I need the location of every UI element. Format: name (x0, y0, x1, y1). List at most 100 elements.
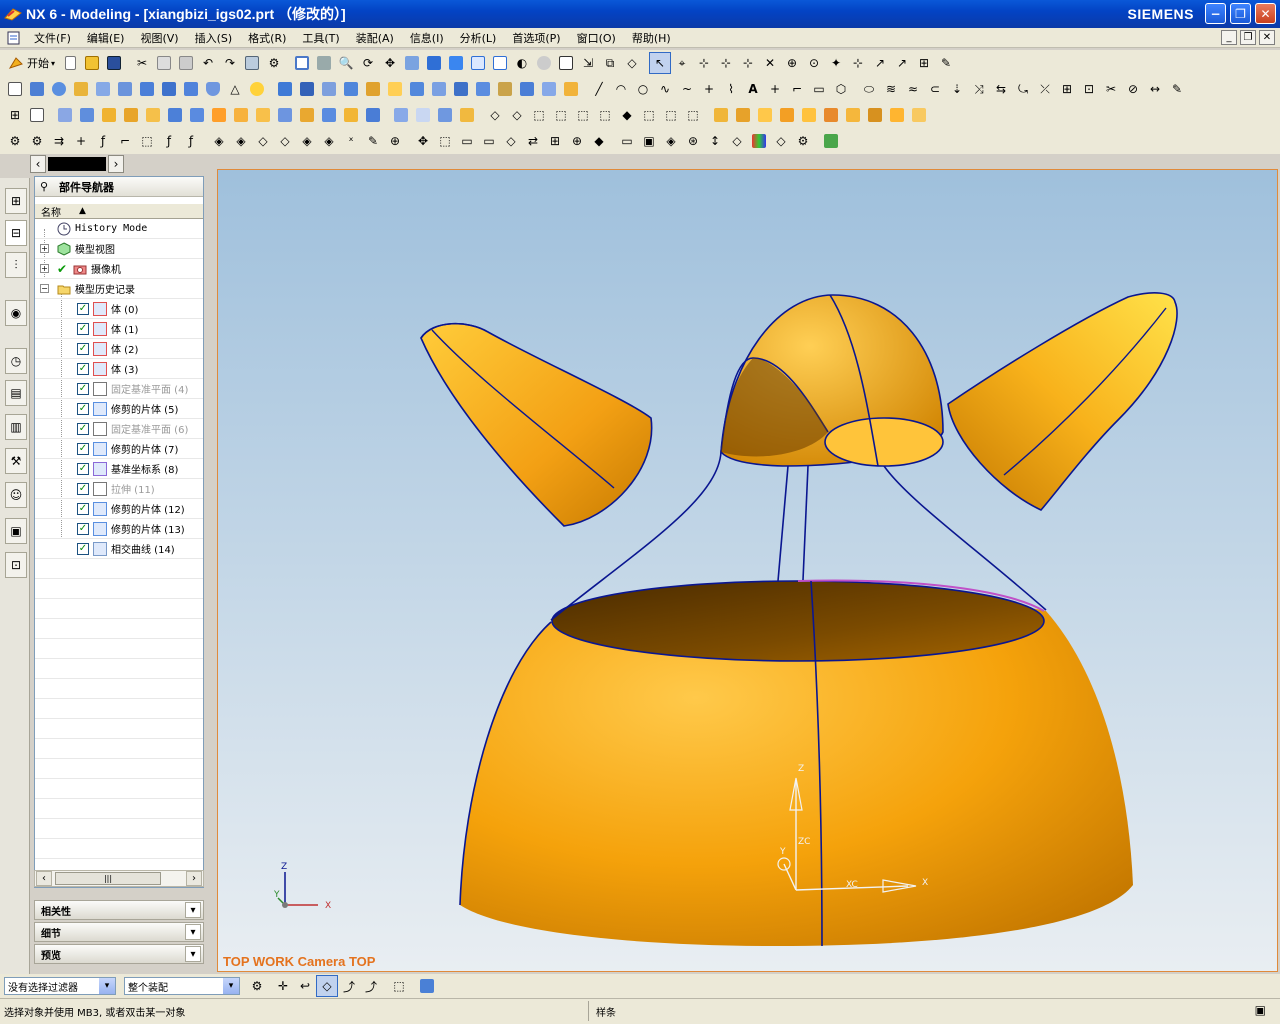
ruled-icon[interactable] (98, 104, 120, 126)
menu-view[interactable]: 视图(V) (132, 30, 186, 46)
snap-point-icon[interactable]: ⌖ (671, 52, 693, 74)
edit-curve-icon[interactable]: ✎ (1166, 78, 1188, 100)
bridge-curve-icon[interactable]: ≈ (902, 78, 924, 100)
feature-checkbox[interactable]: ✓ (77, 442, 89, 455)
pad-icon[interactable] (180, 78, 202, 100)
perspective-icon[interactable] (401, 52, 423, 74)
feature-checkbox[interactable]: ✓ (77, 502, 89, 515)
edge-blend-icon[interactable] (340, 78, 362, 100)
tube-icon[interactable] (92, 78, 114, 100)
zoom-window-icon[interactable] (313, 52, 335, 74)
feature-checkbox[interactable]: ✓ (77, 402, 89, 415)
snap-face-icon[interactable]: ↗ (891, 52, 913, 74)
section-view-icon[interactable]: ◈ (660, 130, 682, 152)
snap-tools-icon[interactable]: ⚙ (263, 52, 285, 74)
part-navigator-tab-icon[interactable]: ⊟ (5, 220, 27, 246)
constrain-face-icon[interactable] (842, 104, 864, 126)
open-folder-icon[interactable] (81, 52, 103, 74)
assembly-nav-icon[interactable]: ⊞ (544, 130, 566, 152)
reuse-icon[interactable] (864, 104, 886, 126)
through-curves-icon[interactable] (54, 104, 76, 126)
boss-icon[interactable] (136, 78, 158, 100)
trimmed-sheet-icon[interactable] (296, 104, 318, 126)
linked-face-icon[interactable] (908, 104, 930, 126)
edit-surface-icon[interactable]: ⬚ (528, 104, 550, 126)
n-sided-icon[interactable] (186, 104, 208, 126)
sew-icon[interactable] (318, 104, 340, 126)
change-degree-icon[interactable]: ⬚ (550, 104, 572, 126)
cone-icon[interactable]: △ (224, 78, 246, 100)
rectangle-icon[interactable]: ▭ (808, 78, 830, 100)
layer-settings-icon[interactable]: ⚙ (792, 130, 814, 152)
law-extension-icon[interactable] (230, 104, 252, 126)
chevron-down-icon[interactable]: ▾ (99, 978, 115, 994)
draft-icon[interactable] (406, 78, 428, 100)
tree-row-model-views[interactable]: + 模型视图 (35, 239, 203, 259)
edit-positioning-icon[interactable]: ⇉ (48, 130, 70, 152)
matching-icon[interactable]: ⬚ (660, 104, 682, 126)
section-curve-icon[interactable]: ⊞ (1056, 78, 1078, 100)
delay-update-icon[interactable]: ◇ (274, 130, 296, 152)
point-icon[interactable]: + (698, 78, 720, 100)
menu-information[interactable]: 信息(I) (402, 30, 452, 46)
transform-icon[interactable]: ⬚ (434, 130, 456, 152)
navigator-horizontal-scrollbar[interactable]: ‹ ||| › (34, 870, 204, 887)
move-object-icon[interactable]: ✥ (412, 130, 434, 152)
save-icon[interactable] (103, 52, 125, 74)
tree-row-feature[interactable]: ✓ 体 (0) (35, 299, 203, 319)
offset-face-icon[interactable] (428, 78, 450, 100)
object-display-icon[interactable]: ◇ (500, 130, 522, 152)
collapse-icon[interactable]: − (40, 284, 49, 293)
tree-row-feature[interactable]: ✓ 固定基准平面 (6) (35, 419, 203, 439)
i-form-icon[interactable]: ◇ (506, 104, 528, 126)
make-current-icon[interactable]: ◈ (318, 130, 340, 152)
cylinder-icon[interactable] (202, 78, 224, 100)
selection-scope-dropdown[interactable]: 整个装配 ▾ (124, 977, 240, 995)
tab-scroll-left-button[interactable]: ‹ (30, 155, 46, 173)
dependencies-panel[interactable]: 相关性 ▾ (34, 900, 204, 920)
intersect-icon[interactable] (318, 78, 340, 100)
system-scenes-tab-icon[interactable]: ▣ (5, 518, 27, 544)
smoothing-icon[interactable]: ⬚ (638, 104, 660, 126)
add-component-icon[interactable]: ⊕ (566, 130, 588, 152)
snap-quadrant-icon[interactable]: ⊙ (803, 52, 825, 74)
datum-icon[interactable]: ⊞ (4, 104, 26, 126)
blank-icon[interactable]: ▭ (456, 130, 478, 152)
offset-surface-icon[interactable] (252, 104, 274, 126)
deselect-icon[interactable]: ↩ (294, 975, 316, 997)
styled-blend-icon[interactable] (434, 104, 456, 126)
doc-restore-button[interactable]: ❐ (1240, 30, 1256, 45)
rectangle-select-icon[interactable]: ⬚ (388, 975, 410, 997)
feature-checkbox[interactable]: ✓ (77, 342, 89, 355)
curve-length-icon[interactable]: ↔ (1144, 78, 1166, 100)
reuse-library-tab-icon[interactable]: ◉ (5, 300, 27, 326)
bounded-plane-icon[interactable] (164, 104, 186, 126)
inherit-icon[interactable]: ✎ (935, 52, 957, 74)
tree-row-feature[interactable]: ✓ 固定基准平面 (4) (35, 379, 203, 399)
ellipse-icon[interactable]: ⬭ (858, 78, 880, 100)
roles-tab-icon[interactable]: ☺ (5, 482, 27, 508)
redo-icon[interactable]: ↷ (219, 52, 241, 74)
view-icon[interactable]: ▣ (638, 130, 660, 152)
change-edge-icon[interactable]: ⬚ (594, 104, 616, 126)
extract-curve-icon[interactable]: ⊡ (1078, 78, 1100, 100)
mate-icon[interactable]: ◆ (588, 130, 610, 152)
drafting-icon[interactable]: ▭ (616, 130, 638, 152)
menu-edit[interactable]: 编辑(E) (79, 30, 133, 46)
extrude-icon[interactable] (26, 78, 48, 100)
thicken-icon[interactable] (362, 104, 384, 126)
fit-view-icon[interactable] (291, 52, 313, 74)
close-button[interactable]: ✕ (1255, 3, 1276, 24)
shell-icon[interactable] (384, 78, 406, 100)
annotation-icon[interactable]: ◇ (726, 130, 748, 152)
edit-feature-icon[interactable]: ⚙ (4, 130, 26, 152)
preview-panel[interactable]: 预览 ▾ (34, 944, 204, 964)
join-curve-icon[interactable]: ⊂ (924, 78, 946, 100)
scroll-right-button[interactable]: › (186, 871, 202, 886)
menu-assemblies[interactable]: 装配(A) (348, 30, 402, 46)
delete-face-icon[interactable] (820, 104, 842, 126)
revolve-icon[interactable] (48, 78, 70, 100)
color-icon[interactable] (748, 130, 770, 152)
circle-icon[interactable]: ○ (632, 78, 654, 100)
unsuppress-icon[interactable]: ƒ (158, 130, 180, 152)
